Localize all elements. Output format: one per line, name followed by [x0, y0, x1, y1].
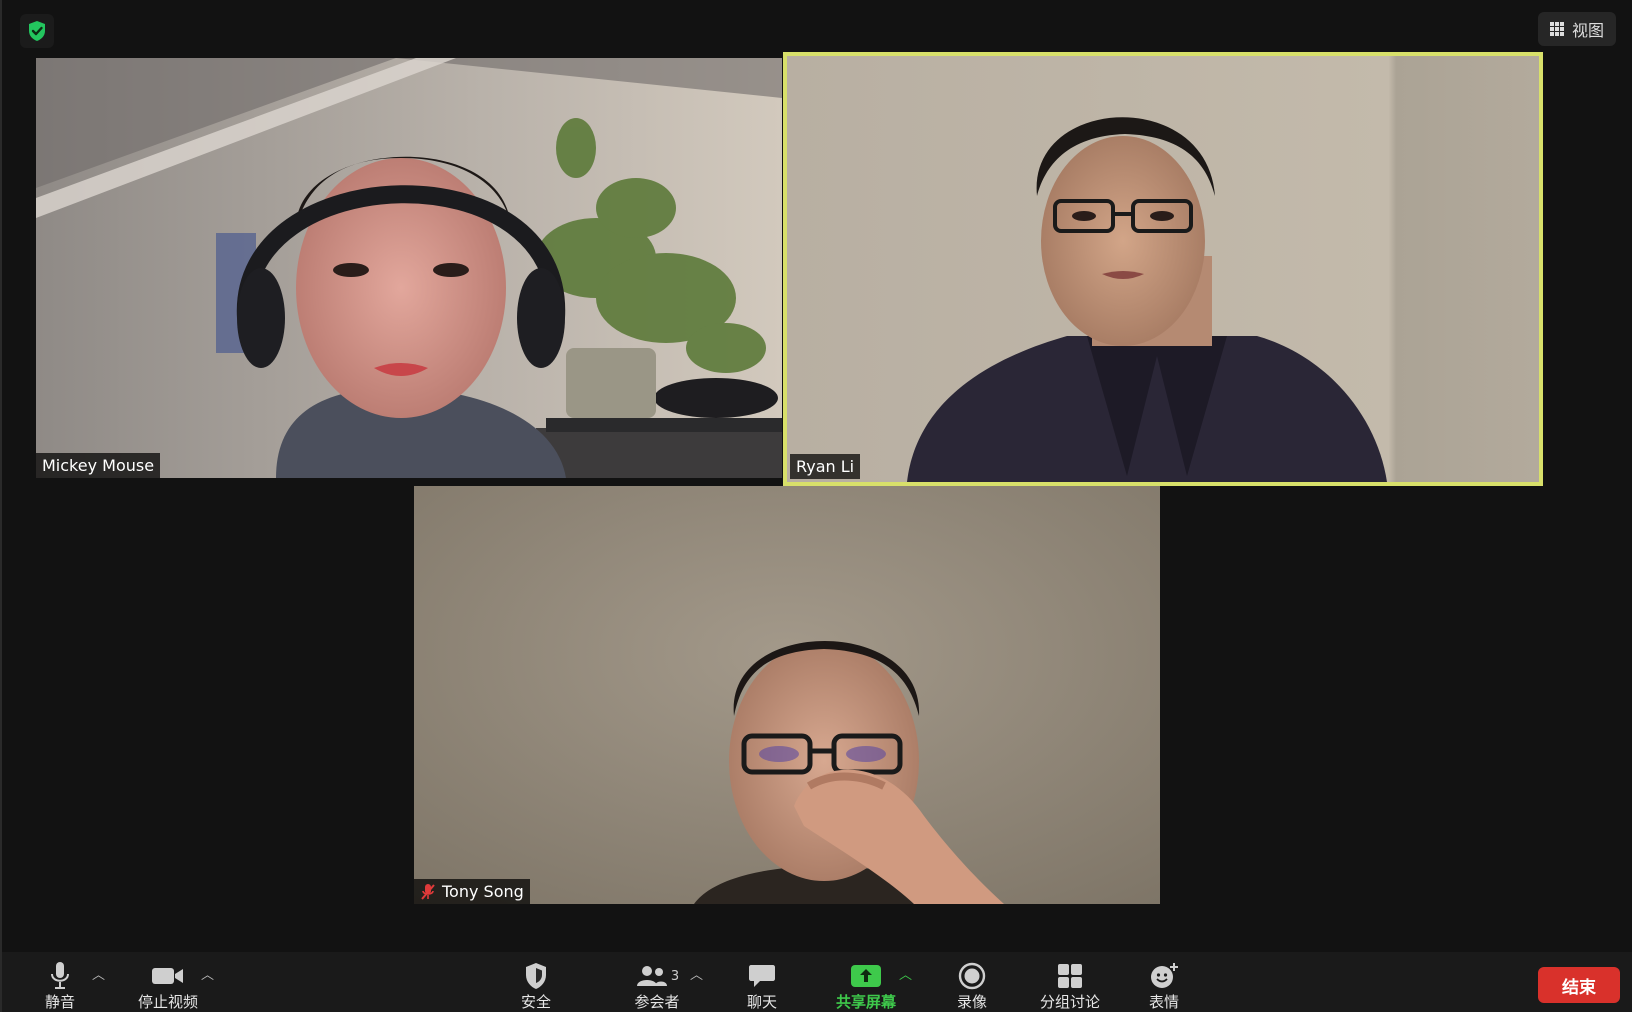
end-meeting-button[interactable]: 结束	[1538, 967, 1620, 1003]
grid-view-icon	[1549, 22, 1564, 36]
security-label: 安全	[520, 993, 551, 1011]
participant-name-tag: Mickey Mouse	[36, 453, 161, 478]
participant-name: Tony Song	[442, 882, 524, 901]
meeting-toolbar: 静音 ︿ 停止视频 ︿ 安全 3 参会者 ︿ 聊天 共享屏幕 ︿ 录像 分组讨论…	[2, 952, 1632, 1012]
breakout-label: 分组讨论	[1039, 993, 1100, 1011]
security-button[interactable]: 安全	[516, 952, 556, 1012]
participant-name-tag: Ryan Li	[790, 454, 861, 479]
video-feed-image	[787, 56, 1539, 482]
share-options-caret-icon[interactable]: ︿	[899, 964, 912, 983]
video-feed-image	[414, 486, 1160, 904]
share-screen-button[interactable]: 共享屏幕	[834, 952, 898, 1012]
participants-icon	[636, 966, 667, 986]
meeting-window: 视图 Mickey Mouse Ryan Li Tony Song 静音 ︿ 停…	[0, 0, 1632, 1012]
record-icon	[958, 960, 986, 992]
mute-button[interactable]: 静音	[40, 952, 80, 1012]
video-tile-mickey-mouse[interactable]: Mickey Mouse	[36, 58, 782, 478]
mute-label: 静音	[44, 993, 75, 1011]
participant-name: Ryan Li	[796, 457, 855, 476]
video-options-caret-icon[interactable]: ︿	[201, 964, 214, 983]
chat-label: 聊天	[746, 993, 777, 1011]
reactions-label: 表情	[1148, 993, 1179, 1011]
smiley-plus-icon	[1149, 960, 1179, 992]
participants-label: 参会者	[634, 993, 680, 1011]
breakout-rooms-button[interactable]: 分组讨论	[1038, 952, 1102, 1012]
chat-button[interactable]: 聊天	[742, 952, 782, 1012]
record-button[interactable]: 录像	[952, 952, 992, 1012]
encryption-shield-icon[interactable]	[20, 14, 54, 48]
share-screen-icon	[850, 960, 882, 992]
view-button[interactable]: 视图	[1537, 12, 1616, 46]
video-camera-icon	[151, 960, 185, 992]
breakout-grid-icon	[1056, 960, 1084, 992]
video-feed-image	[36, 58, 782, 478]
record-label: 录像	[956, 993, 987, 1011]
participant-name: Mickey Mouse	[42, 456, 155, 475]
stop-video-button[interactable]: 停止视频	[137, 952, 199, 1012]
stop-video-label: 停止视频	[137, 993, 198, 1011]
participants-count: 3	[670, 968, 680, 984]
mic-muted-icon	[420, 883, 436, 901]
participants-options-caret-icon[interactable]: ︿	[690, 964, 703, 983]
reactions-button[interactable]: 表情	[1144, 952, 1184, 1012]
chat-bubble-icon	[748, 960, 776, 992]
shield-icon	[524, 960, 548, 992]
microphone-icon	[49, 960, 71, 992]
participants-button[interactable]: 3 参会者	[622, 952, 692, 1012]
video-tile-tony-song[interactable]: Tony Song	[414, 486, 1160, 904]
view-button-label: 视图	[1571, 21, 1604, 40]
audio-options-caret-icon[interactable]: ︿	[92, 964, 105, 983]
video-tile-ryan-li[interactable]: Ryan Li	[783, 52, 1543, 486]
participant-name-tag: Tony Song	[414, 879, 530, 904]
share-screen-label: 共享屏幕	[835, 993, 896, 1011]
